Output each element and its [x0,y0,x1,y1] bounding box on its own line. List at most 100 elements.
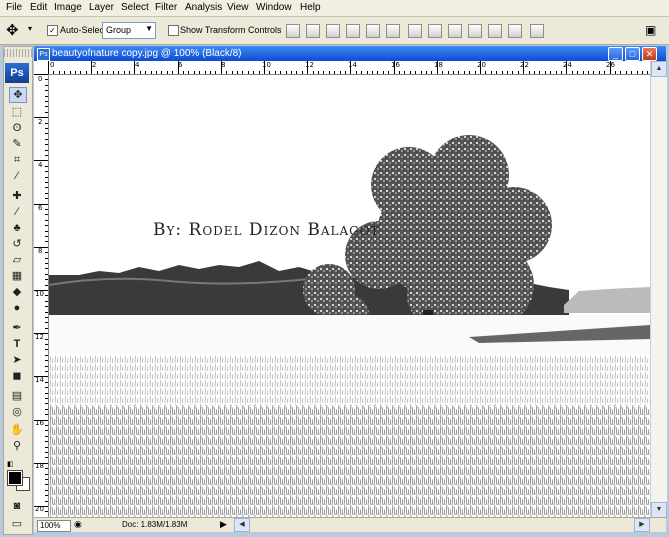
eyedropper-tool-icon[interactable]: ⁄ [9,169,25,183]
align-right-edges-button[interactable] [386,24,400,38]
show-transform-checkbox[interactable] [168,25,179,36]
dodge-tool-icon[interactable]: ● [9,301,25,315]
ruler-tick [45,187,48,189]
ruler-tick [393,61,395,74]
ruler-tick [45,322,48,324]
3d-tool-icon[interactable]: ◎ [9,405,25,419]
ruler-label: 6 [178,61,183,69]
ruler-tick [45,500,48,502]
align-bottom-edges-button[interactable] [326,24,340,38]
ruler-tick [45,79,48,81]
status-arrow-icon[interactable]: ▶ [220,519,227,530]
distribute-top-button[interactable] [408,24,422,38]
ruler-tick [45,349,48,351]
chevron-down-icon[interactable]: ▾ [28,24,32,33]
ruler-tick [129,71,130,74]
menu-help[interactable]: Help [300,2,321,13]
ruler-tick [45,327,48,329]
lasso-tool-icon[interactable]: ʘ [9,121,25,135]
align-left-edges-button[interactable] [346,24,360,38]
default-colors-icon[interactable]: ◧ [7,460,14,468]
ruler-tick [96,71,98,74]
ruler-tick [318,71,319,74]
ruler-tick [377,71,379,74]
gradient-tool-icon[interactable]: ▦ [9,269,25,283]
screen-mode-icon[interactable]: ▭ [9,517,25,531]
zoom-tool-icon[interactable]: ⚲ [9,439,25,453]
status-menu-icon[interactable]: ◉ [74,519,82,530]
maximize-button[interactable]: □ [625,47,640,61]
vertical-scrollbar[interactable]: ▲ ▼ [650,61,667,518]
ruler-tick [45,133,48,135]
ruler-tick [34,462,48,464]
ruler-tick [45,182,48,183]
menu-view[interactable]: View [227,2,249,13]
ruler-tick [420,71,422,74]
align-vertical-centers-button[interactable] [306,24,320,38]
quick-select-tool-icon[interactable]: ✎ [9,137,25,151]
align-horizontal-centers-button[interactable] [366,24,380,38]
photoshop-logo[interactable]: Ps [5,63,29,83]
eraser-tool-icon[interactable]: ▱ [9,253,25,267]
distribute-hcenter-button[interactable] [488,24,502,38]
marquee-tool-icon[interactable]: ⬚ [9,105,25,119]
ruler-tick [199,71,201,74]
menu-file[interactable]: File [6,2,22,13]
ruler-tick [415,71,417,74]
move-tool-preset-icon[interactable]: ✥ [6,21,19,39]
auto-align-layers-button[interactable] [530,24,544,38]
path-select-tool-icon[interactable]: ➤ [9,353,25,367]
menu-window[interactable]: Window [256,2,292,13]
menu-image[interactable]: Image [54,2,82,13]
auto-select-checkbox[interactable]: ✓ [47,25,58,36]
pen-tool-icon[interactable]: ✒ [9,321,25,335]
minimize-button[interactable]: _ [608,47,623,61]
ruler-tick [469,71,471,74]
zoom-field[interactable]: 100% [37,520,71,532]
document-canvas[interactable]: By: Rodel Dizon Balagot [49,75,650,517]
hand-tool-icon[interactable]: ✋ [9,423,25,437]
horizontal-ruler[interactable]: 0 2 4 6 8 10 12 14 16 18 20 22 24 26 [48,61,650,75]
auto-select-dropdown[interactable]: Group ▼ [102,22,156,39]
quick-mask-icon[interactable]: ◙ [9,499,25,513]
distribute-vcenter-button[interactable] [428,24,442,38]
ruler-tick [45,111,48,113]
distribute-bottom-button[interactable] [448,24,462,38]
menu-filter[interactable]: Filter [155,2,177,13]
workspace-icon[interactable]: ▣ [645,23,656,37]
distribute-left-button[interactable] [468,24,482,38]
brush-tool-icon[interactable]: ∕ [9,205,25,219]
ruler-tick [45,511,48,513]
ruler-tick [382,71,384,74]
type-tool-icon[interactable]: T [9,337,25,351]
document-titlebar[interactable]: Ps beautyofnature copy.jpg @ 100% (Black… [34,46,666,61]
scroll-left-button[interactable]: ◀ [234,518,250,532]
healing-brush-tool-icon[interactable]: ✚ [9,189,25,203]
clone-stamp-tool-icon[interactable]: ♣ [9,221,25,235]
ruler-tick [45,408,48,410]
blur-tool-icon[interactable]: ◆ [9,285,25,299]
move-tool-icon[interactable]: ✥ [9,87,27,103]
menu-analysis[interactable]: Analysis [185,2,222,13]
ruler-tick [544,71,546,74]
ruler-tick [463,71,465,74]
notes-tool-icon[interactable]: ▤ [9,389,25,403]
scroll-up-button[interactable]: ▲ [651,61,667,77]
menu-layer[interactable]: Layer [89,2,114,13]
scroll-down-button[interactable]: ▼ [651,502,667,518]
distribute-right-button[interactable] [508,24,522,38]
ruler-tick [474,71,476,74]
scroll-right-button[interactable]: ▶ [634,518,650,532]
crop-tool-icon[interactable]: ⌗ [9,153,25,167]
shape-tool-icon[interactable]: ◼ [9,369,25,383]
toolbox-grip[interactable] [4,49,32,57]
foreground-color-swatch[interactable] [7,470,23,486]
close-button[interactable]: ✕ [642,47,657,61]
vertical-ruler[interactable]: 0 2 4 6 8 10 12 14 16 18 20 [34,74,49,517]
ruler-origin[interactable] [34,61,49,75]
history-brush-tool-icon[interactable]: ↺ [9,237,25,251]
align-top-edges-button[interactable] [286,24,300,38]
menu-select[interactable]: Select [121,2,149,13]
menu-edit[interactable]: Edit [30,2,47,13]
ruler-tick [45,295,48,297]
